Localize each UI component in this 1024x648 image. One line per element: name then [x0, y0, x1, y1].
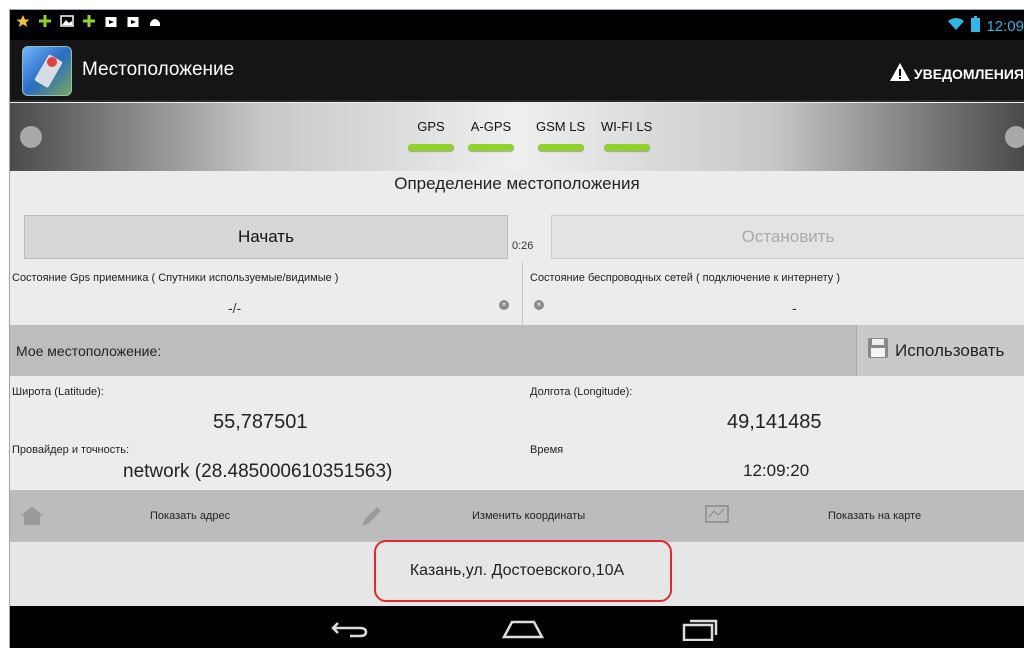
tab-agps-label: A-GPS: [470, 119, 512, 134]
status-bar: 12:09: [10, 10, 1024, 40]
plus-icon-2: [82, 14, 96, 28]
show-address-button[interactable]: Показать адрес: [150, 510, 230, 522]
notification-icons: [16, 14, 162, 28]
android-screen: 12:09 Местоположение УВЕДОМЛЕНИЯ GPS A-G…: [9, 9, 1024, 648]
help-icon[interactable]: [20, 126, 42, 148]
use-button[interactable]: Использовать: [856, 325, 1024, 376]
save-icon: [867, 337, 889, 364]
gps-status-label: Состояние Gps приемника ( Спутники испол…: [12, 272, 339, 284]
clock: 12:09: [986, 17, 1024, 35]
my-position-label: Мое местоположение:: [16, 343, 162, 359]
action-toolbar: Показать адрес Изменить координаты Показ…: [10, 490, 1024, 542]
warning-icon: [889, 62, 911, 85]
tab-gsm-ls-indicator: [537, 144, 584, 151]
wifi-icon: [947, 17, 965, 35]
battery-icon: [971, 16, 981, 36]
home-icon[interactable]: [20, 504, 44, 531]
address-text: Казань,ул. Достоевского,10А: [409, 562, 625, 579]
tab-agps-indicator: [468, 144, 514, 151]
divider: [522, 262, 523, 325]
time-label: Время: [530, 444, 564, 456]
edit-coordinates-button[interactable]: Изменить координаты: [472, 510, 585, 522]
tab-gps-indicator: [408, 144, 454, 151]
provider-tabs: GPS A-GPS GSM LS WI-FI LS: [10, 103, 1024, 171]
refresh-icon[interactable]: [1005, 126, 1024, 148]
gps-error-icon: ×: [499, 300, 509, 310]
network-status-label: Состояние беспроводных сетей ( подключен…: [530, 272, 840, 284]
pencil-icon[interactable]: [358, 504, 384, 533]
stop-button[interactable]: Остановить: [551, 215, 1024, 259]
plus-icon: [38, 14, 52, 28]
map-icon[interactable]: [705, 504, 729, 529]
longitude-label: Долгота (Longitude):: [530, 386, 633, 398]
tab-wifi-ls[interactable]: WI-FI LS: [601, 119, 652, 151]
address-panel: Казань,ул. Достоевского,10А: [10, 542, 1024, 606]
home-nav-icon[interactable]: [501, 617, 545, 644]
longitude-value: 49,141485: [727, 411, 822, 433]
action-bar: Местоположение УВЕДОМЛЕНИЯ: [10, 40, 1024, 102]
tab-gsm-ls[interactable]: GSM LS: [536, 119, 585, 151]
notifications-label: УВЕДОМЛЕНИЯ: [913, 65, 1024, 82]
use-label: Использовать: [895, 340, 1005, 360]
store-bag-icon-2: [126, 14, 140, 28]
section-title: Определение местоположения: [394, 174, 640, 193]
time-value: 12:09:20: [743, 461, 810, 480]
app-title: Местоположение: [82, 59, 235, 80]
back-icon[interactable]: [330, 617, 370, 644]
tab-agps[interactable]: A-GPS: [468, 119, 514, 151]
network-status-value: -: [792, 300, 797, 316]
gps-status-value: -/-: [228, 300, 242, 316]
network-error-icon: ×: [534, 300, 544, 310]
tab-gsm-ls-label: GSM LS: [536, 119, 586, 134]
start-button[interactable]: Начать: [24, 215, 508, 259]
navigation-bar: [10, 606, 1024, 648]
recents-icon[interactable]: [682, 617, 720, 646]
provider-value: network (28.485000610351563): [123, 461, 393, 482]
tab-wifi-ls-label: WI-FI LS: [601, 119, 653, 134]
system-indicators: 12:09: [947, 16, 1024, 36]
show-on-map-button[interactable]: Показать на карте: [828, 510, 921, 522]
latitude-value: 55,787501: [213, 411, 308, 433]
tab-wifi-ls-indicator: [603, 144, 650, 151]
my-position-bar: Мое местоположение: Использовать: [10, 325, 1024, 376]
latitude-label: Широта (Latitude):: [12, 386, 104, 398]
store-bag-icon: [104, 14, 118, 28]
star-icon: [16, 14, 30, 28]
image-icon: [60, 14, 74, 28]
tab-gps[interactable]: GPS: [408, 119, 454, 151]
android-icon: [148, 14, 162, 28]
provider-label: Провайдер и точность:: [12, 444, 130, 456]
timer: 0:26: [512, 240, 534, 252]
app-icon[interactable]: [22, 46, 72, 96]
tab-gps-label: GPS: [417, 119, 445, 134]
notifications-button[interactable]: УВЕДОМЛЕНИЯ: [889, 62, 1024, 85]
